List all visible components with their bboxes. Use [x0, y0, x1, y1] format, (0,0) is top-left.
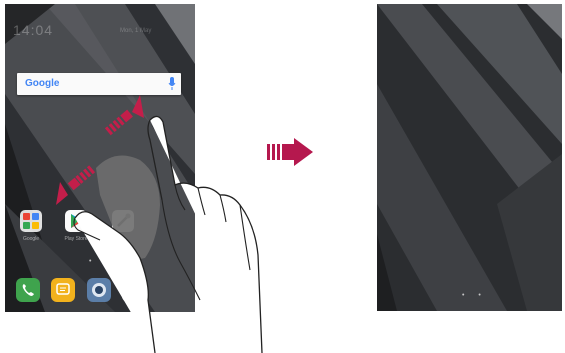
google-logo-text: Google [25, 78, 60, 89]
google-logo: Google [25, 78, 59, 89]
google-search-bar[interactable]: Google [17, 73, 181, 95]
microphone-icon[interactable] [168, 77, 176, 91]
phone-app[interactable] [16, 278, 40, 302]
folder-label: Google [22, 236, 40, 242]
play-store-app[interactable] [65, 210, 87, 232]
home-wallpaper [5, 4, 195, 312]
camera-app[interactable] [87, 278, 111, 302]
play-store-icon [71, 214, 83, 228]
camera-icon [92, 283, 106, 297]
tools-app[interactable] [112, 210, 134, 232]
messages-icon [56, 283, 70, 295]
phone-icon [22, 284, 34, 296]
google-folder[interactable] [20, 210, 42, 232]
play-store-label: Play Store [64, 236, 88, 242]
home-screen: 14:04 Mon, 1 May Google Google Play Stor… [5, 4, 195, 312]
messages-app[interactable] [51, 278, 75, 302]
zoomed-out-screen: • • [377, 4, 562, 311]
settings-icon [117, 213, 131, 227]
page-indicator: • • [89, 258, 114, 265]
status-date: Mon, 1 May [120, 28, 152, 34]
transition-arrow-icon [267, 138, 313, 166]
calendar-app[interactable] [122, 278, 146, 302]
folder-grid-icon [23, 213, 39, 229]
calendar-icon [122, 278, 146, 285]
page-indicator-right: • • [462, 292, 487, 299]
status-clock: 14:04 [13, 22, 54, 38]
blank-wallpaper [377, 4, 562, 311]
